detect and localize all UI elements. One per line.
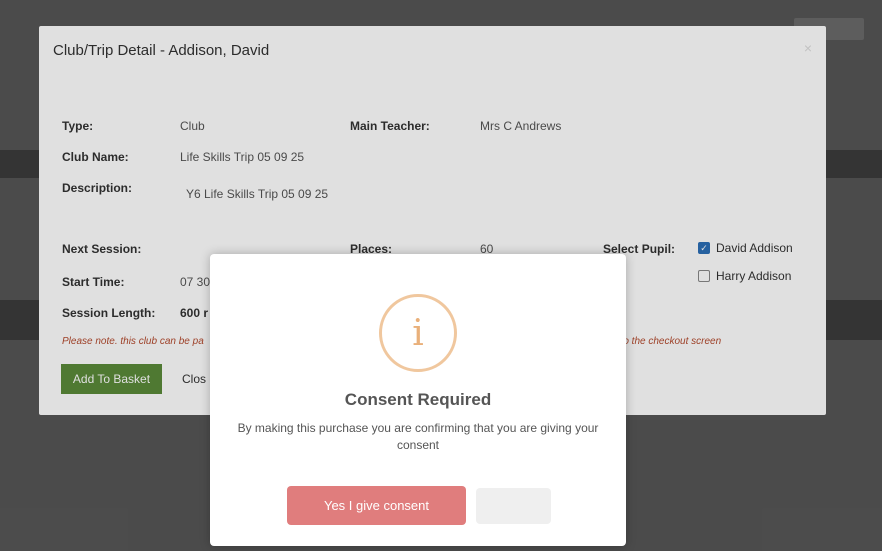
- info-icon: i: [379, 294, 457, 372]
- info-glyph: i: [412, 312, 424, 354]
- consent-message: By making this purchase you are confirmi…: [237, 421, 599, 452]
- consent-dialog: i Consent Required By making this purcha…: [210, 254, 626, 546]
- give-consent-button[interactable]: Yes I give consent: [287, 486, 466, 525]
- consent-title: Consent Required: [344, 390, 492, 409]
- secondary-button[interactable]: [476, 488, 551, 524]
